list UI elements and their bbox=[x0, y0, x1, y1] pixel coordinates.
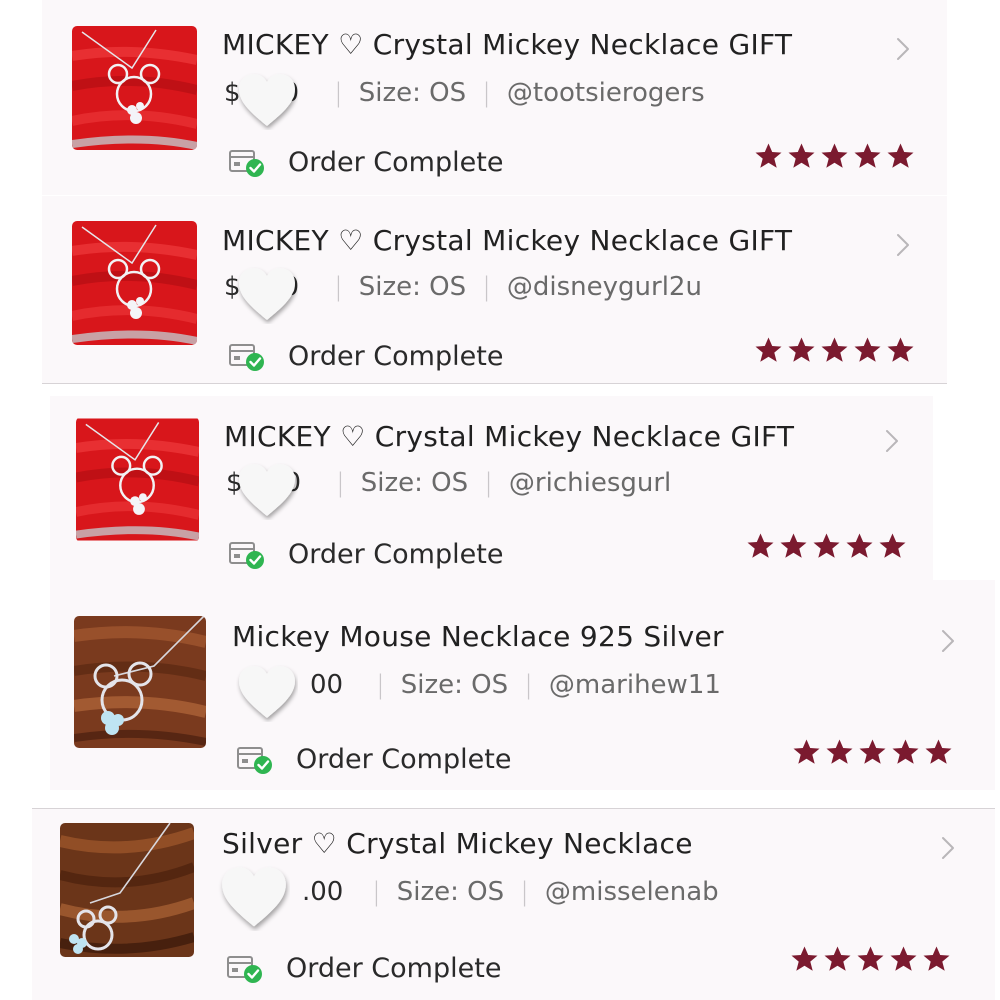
white-heart-icon bbox=[236, 664, 298, 722]
separator: | bbox=[482, 272, 491, 302]
separator: | bbox=[520, 877, 529, 907]
star-icon bbox=[924, 738, 953, 766]
size-label: Size: OS bbox=[360, 468, 469, 498]
star-icon bbox=[787, 336, 816, 364]
package-check-icon bbox=[226, 951, 264, 985]
separator: | bbox=[482, 78, 491, 108]
seller-username[interactable]: @marihew11 bbox=[549, 670, 721, 700]
size-label: Size: OS bbox=[396, 877, 505, 907]
package-check-icon bbox=[228, 339, 266, 373]
chevron-right-icon[interactable] bbox=[884, 428, 900, 454]
product-title[interactable]: Silver ♡ Crystal Mickey Necklace bbox=[222, 827, 693, 860]
order-status: Order Complete bbox=[226, 951, 501, 985]
package-check-icon bbox=[228, 145, 266, 179]
order-card[interactable]: Silver ♡ Crystal Mickey Necklace .00 | S… bbox=[32, 808, 995, 1000]
chevron-right-icon[interactable] bbox=[940, 628, 956, 654]
product-thumbnail[interactable] bbox=[72, 221, 197, 345]
order-status: Order Complete bbox=[228, 537, 503, 571]
star-icon bbox=[792, 738, 821, 766]
order-status: Order Complete bbox=[236, 742, 511, 776]
order-card[interactable]: MICKEY ♡ Crystal Mickey Necklace GIFT $0… bbox=[42, 0, 947, 195]
size-label: Size: OS bbox=[358, 78, 467, 108]
status-label: Order Complete bbox=[288, 538, 504, 570]
separator: | bbox=[524, 670, 533, 700]
star-icon bbox=[779, 532, 808, 560]
star-icon bbox=[886, 336, 915, 364]
star-icon bbox=[845, 532, 874, 560]
separator: | bbox=[336, 468, 345, 498]
star-icon bbox=[825, 738, 854, 766]
seller-username[interactable]: @tootsierogers bbox=[507, 78, 705, 108]
product-title[interactable]: MICKEY ♡ Crystal Mickey Necklace GIFT bbox=[222, 224, 792, 257]
separator: | bbox=[334, 272, 343, 302]
star-icon bbox=[790, 945, 819, 973]
product-thumbnail[interactable] bbox=[74, 616, 206, 748]
package-check-icon bbox=[228, 537, 266, 571]
rating-stars bbox=[746, 532, 907, 560]
seller-username[interactable]: @disneygurl2u bbox=[507, 272, 702, 302]
rating-stars bbox=[792, 738, 953, 766]
star-icon bbox=[878, 532, 907, 560]
product-thumbnail[interactable] bbox=[72, 26, 197, 150]
separator: | bbox=[372, 877, 381, 907]
separator: | bbox=[334, 78, 343, 108]
size-label: Size: OS bbox=[400, 670, 509, 700]
chevron-right-icon[interactable] bbox=[895, 232, 911, 258]
chevron-right-icon[interactable] bbox=[895, 36, 911, 62]
star-icon bbox=[853, 142, 882, 170]
status-label: Order Complete bbox=[288, 340, 504, 372]
white-heart-icon bbox=[236, 462, 298, 520]
order-card[interactable]: MICKEY ♡ Crystal Mickey Necklace GIFT $0… bbox=[50, 396, 933, 601]
separator: | bbox=[484, 468, 493, 498]
star-icon bbox=[922, 945, 951, 973]
wood-necklace-photo bbox=[60, 823, 194, 957]
status-label: Order Complete bbox=[288, 146, 504, 178]
rating-stars bbox=[754, 142, 915, 170]
white-heart-icon bbox=[236, 72, 298, 130]
seller-username[interactable]: @misselenab bbox=[545, 877, 719, 907]
star-icon bbox=[754, 336, 783, 364]
wood-necklace-photo bbox=[74, 616, 206, 748]
star-icon bbox=[787, 142, 816, 170]
status-label: Order Complete bbox=[296, 743, 512, 775]
star-icon bbox=[889, 945, 918, 973]
seller-username[interactable]: @richiesgurl bbox=[509, 468, 671, 498]
product-title[interactable]: MICKEY ♡ Crystal Mickey Necklace GIFT bbox=[224, 420, 794, 453]
white-heart-icon bbox=[218, 865, 290, 931]
separator: | bbox=[376, 670, 385, 700]
star-icon bbox=[823, 945, 852, 973]
star-icon bbox=[856, 945, 885, 973]
order-list-collage: MICKEY ♡ Crystal Mickey Necklace GIFT $0… bbox=[0, 0, 1000, 1000]
product-thumbnail[interactable] bbox=[76, 417, 199, 542]
star-icon bbox=[853, 336, 882, 364]
order-card[interactable]: MICKEY ♡ Crystal Mickey Necklace GIFT $0… bbox=[42, 196, 947, 384]
star-icon bbox=[891, 738, 920, 766]
star-icon bbox=[820, 336, 849, 364]
star-icon bbox=[812, 532, 841, 560]
size-label: Size: OS bbox=[358, 272, 467, 302]
product-title[interactable]: MICKEY ♡ Crystal Mickey Necklace GIFT bbox=[222, 28, 792, 61]
star-icon bbox=[746, 532, 775, 560]
chevron-right-icon[interactable] bbox=[940, 835, 956, 861]
white-heart-icon bbox=[236, 266, 298, 324]
red-necklace-photo bbox=[76, 418, 199, 541]
rating-stars bbox=[754, 336, 915, 364]
product-title[interactable]: Mickey Mouse Necklace 925 Silver bbox=[232, 620, 724, 653]
star-icon bbox=[886, 142, 915, 170]
product-thumbnail[interactable] bbox=[60, 823, 194, 957]
red-necklace-photo bbox=[72, 221, 197, 345]
order-card[interactable]: Mickey Mouse Necklace 925 Silver 00 | Si… bbox=[50, 580, 995, 790]
package-check-icon bbox=[236, 742, 274, 776]
red-necklace-photo bbox=[72, 26, 197, 150]
star-icon bbox=[858, 738, 887, 766]
rating-stars bbox=[790, 945, 951, 973]
status-label: Order Complete bbox=[286, 952, 502, 984]
order-status: Order Complete bbox=[228, 339, 503, 373]
order-meta: .00 | Size: OS | @misselenab bbox=[224, 877, 719, 907]
star-icon bbox=[820, 142, 849, 170]
star-icon bbox=[754, 142, 783, 170]
order-meta: 00 | Size: OS | @marihew11 bbox=[232, 670, 721, 700]
order-status: Order Complete bbox=[228, 145, 503, 179]
